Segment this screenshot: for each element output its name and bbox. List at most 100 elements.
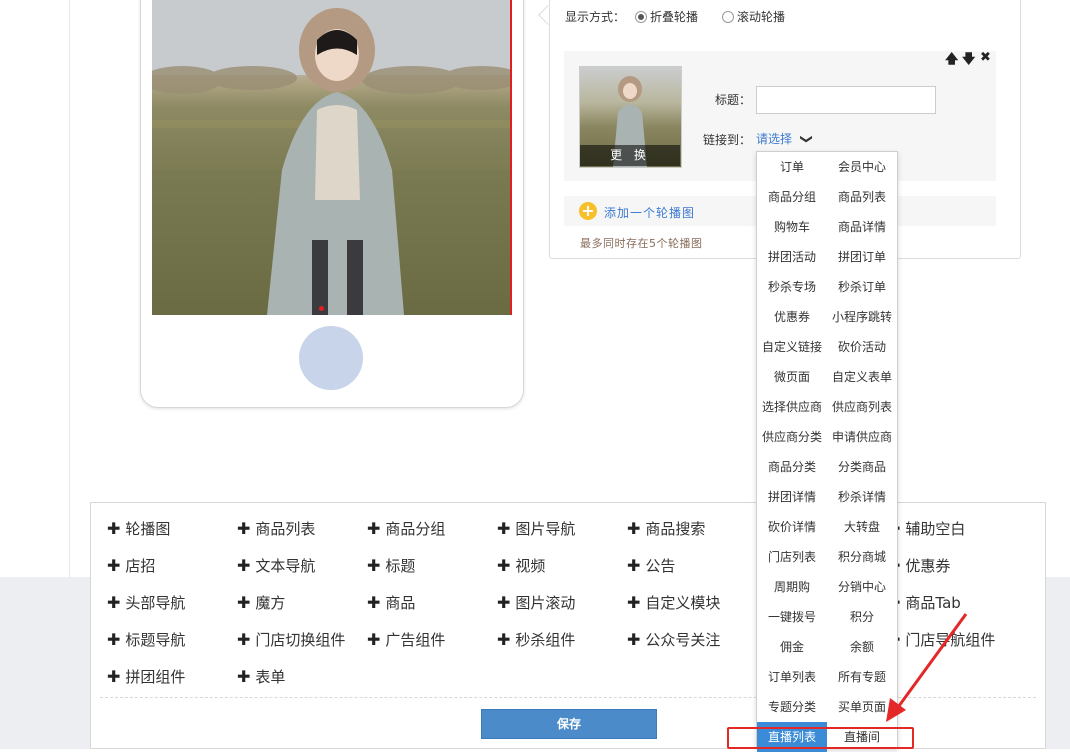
plus-icon: ✚ [237,630,251,649]
component-item[interactable]: ✚ 标题 [367,555,415,576]
component-item[interactable]: ✚ 自定义模块 [627,592,720,613]
phone-home-button [299,326,363,390]
link-option[interactable]: 佣金 [757,632,827,662]
carousel-photo [152,0,510,315]
link-option[interactable]: 砍价活动 [827,332,897,362]
link-dropdown-menu: 订单 会员中心 商品分组 商品列表 购物车 商品详情 拼团活动 拼团订单 秒杀专场 秒杀订单 优惠券… [756,151,898,752]
move-up-icon[interactable]: 🡅 [945,50,958,72]
component-item[interactable]: ✚ 文本导航 [237,555,315,576]
link-option[interactable]: 订单 [757,152,827,182]
radio-button-icon[interactable] [635,10,647,23]
link-option[interactable]: 订单列表 [757,662,827,692]
replace-image-button[interactable]: 更 换 [580,145,680,166]
component-item[interactable]: ✚ 视频 [497,555,545,576]
component-item[interactable]: ✚ 图片滚动 [497,592,575,613]
component-item[interactable]: ✚ 公众号关注 [627,629,720,650]
link-option[interactable]: 小程序跳转 [827,302,897,332]
component-label: 拼团组件 [125,668,186,686]
link-option[interactable]: 商品列表 [827,182,897,212]
plus-icon: ✚ [237,667,251,686]
component-label: 轮播图 [125,520,171,538]
annotation-arrow [886,613,968,722]
radio-button-icon[interactable] [722,10,734,23]
link-option[interactable]: 拼团订单 [827,242,897,272]
component-item[interactable]: ✚ 商品列表 [237,518,315,539]
title-input[interactable] [756,86,936,114]
component-label: 标题导航 [125,631,186,649]
component-item[interactable]: ✚ 广告组件 [367,629,445,650]
link-option[interactable]: 分销中心 [827,572,897,602]
link-option[interactable]: 一键拨号 [757,602,827,632]
link-option[interactable]: 拼团活动 [757,242,827,272]
link-option[interactable]: 分类商品 [827,452,897,482]
link-option[interactable]: 商品分类 [757,452,827,482]
component-item[interactable]: ✚ 拼团组件 [107,666,185,687]
link-option[interactable]: 砍价详情 [757,512,827,542]
plus-icon: ✚ [367,593,381,612]
component-item[interactable]: ✚ 店招 [107,555,155,576]
remove-icon[interactable]: ✖ [980,50,991,65]
move-down-icon[interactable]: 🡇 [962,50,975,72]
plus-icon: ✚ [627,593,641,612]
plus-icon: ✚ [107,519,121,538]
component-label: 图片导航 [515,520,576,538]
component-item[interactable]: ✚ 商品搜索 [627,518,705,539]
component-item[interactable]: ✚ 魔方 [237,592,285,613]
link-option[interactable]: 门店列表 [757,542,827,572]
link-option[interactable]: 商品详情 [827,212,897,242]
component-item[interactable]: ✚ 商品分组 [367,518,445,539]
radio-fold-carousel[interactable]: 折叠轮播 [635,8,698,25]
link-option[interactable]: 申请供应商 [827,422,897,452]
component-label: 图片滚动 [515,594,576,612]
link-option[interactable]: 购物车 [757,212,827,242]
component-item[interactable]: ✚ 门店切换组件 [237,629,345,650]
link-option[interactable]: 专题分类 [757,692,827,722]
component-label: 头部导航 [125,594,186,612]
link-option[interactable]: 选择供应商 [757,392,827,422]
link-option[interactable]: 会员中心 [827,152,897,182]
component-item[interactable]: ✚ 图片导航 [497,518,575,539]
component-item[interactable]: ✚ 表单 [237,666,285,687]
link-option[interactable]: 周期购 [757,572,827,602]
link-option[interactable]: 优惠券 [757,302,827,332]
link-option[interactable]: 供应商分类 [757,422,827,452]
radio-label: 滚动轮播 [737,10,786,24]
plus-icon: ✚ [107,667,121,686]
add-slide-link[interactable]: 添加一个轮播图 [604,204,695,221]
component-label: 文本导航 [255,557,316,575]
link-option[interactable]: 微页面 [757,362,827,392]
component-label: 公告 [645,557,676,575]
title-label: 标题： [715,93,752,107]
carousel-preview-image[interactable] [152,0,512,315]
component-item[interactable]: ✚ 标题导航 [107,629,185,650]
save-button[interactable]: 保存 [481,709,657,739]
radio-scroll-carousel[interactable]: 滚动轮播 [722,8,785,25]
component-label: 公众号关注 [645,631,721,649]
plus-icon: ✚ [627,630,641,649]
plus-icon: ✚ [237,556,251,575]
add-circle-icon[interactable]: + [579,202,597,220]
link-select[interactable]: 请选择 ❯ [756,130,814,147]
link-option[interactable]: 供应商列表 [827,392,897,422]
component-item[interactable]: ✚ 头部导航 [107,592,185,613]
link-option[interactable]: 大转盘 [827,512,897,542]
component-item[interactable]: ✚ 秒杀组件 [497,629,575,650]
plus-icon: ✚ [497,630,511,649]
link-option[interactable]: 拼团详情 [757,482,827,512]
component-label: 自定义模块 [645,594,721,612]
link-option[interactable]: 自定义链接 [757,332,827,362]
component-item[interactable]: ✚辅助空白 [887,518,965,539]
carousel-indicator-dot[interactable] [319,306,324,311]
link-option[interactable]: 秒杀订单 [827,272,897,302]
link-option[interactable]: 秒杀详情 [827,482,897,512]
plus-icon: ✚ [107,630,121,649]
component-item[interactable]: ✚ 公告 [627,555,675,576]
plus-icon: ✚ [497,593,511,612]
editor-left-rule [69,0,70,580]
link-option[interactable]: 自定义表单 [827,362,897,392]
link-option[interactable]: 秒杀专场 [757,272,827,302]
link-option[interactable]: 商品分组 [757,182,827,212]
component-item[interactable]: ✚ 轮播图 [107,518,170,539]
component-item[interactable]: ✚ 商品 [367,592,415,613]
link-option[interactable]: 积分商城 [827,542,897,572]
